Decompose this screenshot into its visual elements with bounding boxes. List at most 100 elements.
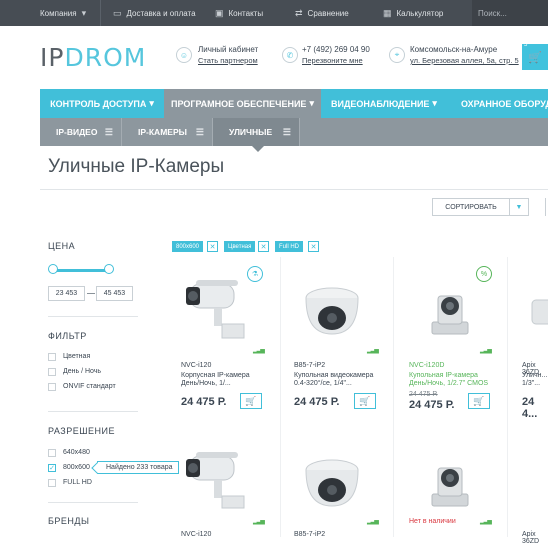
topbar-compare-label: Сравнение [307, 8, 349, 18]
account-block: Личный кабинет Стать партнером [198, 44, 258, 66]
city-name[interactable]: Комсомольск-на-Амуре [410, 44, 519, 55]
subnav-street[interactable]: УЛИЧНЫЕ ☰ [213, 118, 300, 146]
product-image-ptz-camera[interactable] [426, 458, 474, 508]
product-price: 24 475 Р. [409, 399, 455, 411]
topbar-delivery[interactable]: ▭ Доставка и оплата [113, 0, 196, 26]
add-to-cart-button[interactable]: 🛒 [468, 393, 490, 409]
filter-color-checkbox[interactable] [48, 353, 56, 361]
subnav-ip-video[interactable]: IP-ВИДЕО ☰ [40, 118, 122, 146]
nav-access-control[interactable]: КОНТРОЛЬ ДОСТУПА ▾ [40, 89, 164, 118]
resolution-800-checkbox[interactable]: ✓ [48, 464, 56, 472]
sort-dropdown-button[interactable]: ▼ [510, 198, 529, 216]
phone-number: +7 (492) 269 04 90 [302, 45, 370, 54]
nav-security-label: ОХРАННОЕ ОБОРУДОВАНИЕ [461, 98, 548, 109]
add-to-cart-button[interactable]: 🛒 [240, 393, 262, 409]
signal-icon: ▂▃▅ [253, 348, 265, 354]
signal-icon: ▂▃▅ [253, 519, 265, 525]
chevron-down-icon: ▾ [309, 98, 314, 108]
category-nav: КОНТРОЛЬ ДОСТУПА ▾ ПРОГРАМНОЕ ОБЕСПЕЧЕНИЕ… [40, 89, 548, 118]
chip-800x600: 800x600 [172, 241, 204, 252]
price-title: ЦЕНА [48, 241, 76, 251]
resolution-fullhd-label: FULL HD [63, 479, 92, 486]
product-image-dome-camera[interactable] [302, 284, 362, 340]
product-model[interactable]: NVC-i120D [409, 362, 444, 369]
product-model[interactable]: NVC-i120 [181, 362, 211, 369]
discount-icon: % [476, 266, 492, 282]
topbar-calculator-label: Калькулятор [396, 8, 444, 18]
price-max-input[interactable]: 45 453 [96, 286, 133, 301]
sub-nav: IP-ВИДЕО ☰ IP-КАМЕРЫ ☰ УЛИЧНЫЕ ☰ [40, 118, 548, 146]
signal-icon: ▂▃▅ [367, 348, 379, 354]
cart-button[interactable]: 5 🛒 [522, 42, 548, 70]
resolution-640-checkbox[interactable] [48, 449, 56, 457]
chip-color: Цветная [224, 241, 256, 252]
product-image-bullet-camera[interactable] [184, 276, 254, 348]
logo-ip: IP [40, 43, 65, 72]
resolution-800-label: 800x600 [63, 464, 90, 471]
cart-icon: 🛒 [528, 51, 542, 64]
chevron-down-icon: ▾ [149, 98, 154, 108]
menu-icon: ☰ [282, 126, 291, 137]
page-title: Уличные IP-Камеры [48, 156, 225, 177]
chevron-down-icon: ▼ [515, 203, 523, 211]
price-min-input[interactable]: 23 453 [48, 286, 85, 301]
nav-software[interactable]: ПРОГРАМНОЕ ОБЕСПЕЧЕНИЕ ▾ [164, 89, 321, 118]
brands-title: БРЕНДЫ [48, 516, 90, 526]
topbar-calculator[interactable]: ▦ Калькулятор [383, 0, 443, 26]
product-image-camera[interactable] [528, 290, 548, 340]
topbar-compare[interactable]: ⇄ Сравнение [295, 0, 349, 26]
filter-title: ФИЛЬТР [48, 331, 87, 341]
product-image-bullet-camera[interactable] [184, 448, 254, 512]
cart-icon: 🛒 [473, 395, 485, 406]
product-model[interactable]: B85-7-iP2 [294, 362, 325, 369]
topbar-company-label: Компания [40, 8, 77, 18]
divider [48, 411, 138, 412]
product-image-dome-camera[interactable] [302, 456, 362, 512]
partner-link[interactable]: Стать партнером [198, 55, 258, 66]
divider [507, 257, 508, 537]
callback-link[interactable]: Перезвоните мне [302, 55, 370, 66]
product-old-price: 24 475 Р. [409, 391, 438, 398]
topbar-contacts-label: Контакты [228, 8, 264, 18]
subnav-ip-cameras[interactable]: IP-КАМЕРЫ ☰ [122, 118, 213, 146]
found-tooltip[interactable]: Найдено 233 товара [97, 461, 179, 474]
account-title[interactable]: Личный кабинет [198, 44, 258, 55]
nav-video[interactable]: ВИДЕОНАБЛЮДЕНИЕ ▾ [321, 89, 447, 118]
sort-select[interactable]: СОРТИРОВАТЬ [432, 198, 510, 216]
topbar-company[interactable]: Компания ▾ [40, 0, 86, 26]
product-image-ptz-camera[interactable] [426, 286, 474, 336]
nav-security[interactable]: ОХРАННОЕ ОБОРУДОВАНИЕ [447, 89, 548, 118]
price-slider-min-handle[interactable] [48, 264, 58, 274]
topbar-contacts[interactable]: ▣ Контакты [215, 0, 263, 26]
filter-daynight-checkbox[interactable] [48, 368, 56, 376]
active-indicator [252, 146, 264, 152]
close-icon[interactable]: ✕ [308, 241, 319, 252]
price-slider-track[interactable] [52, 269, 112, 272]
filter-onvif-label: ONVIF стандарт [63, 383, 116, 390]
divider [87, 293, 95, 294]
product-model[interactable]: Apix 36ZD [522, 531, 548, 545]
filter-color-label: Цветная [63, 353, 91, 360]
product-desc: День/Ночь, 1/... [181, 380, 231, 387]
close-icon[interactable]: ✕ [258, 241, 269, 252]
resolution-fullhd-checkbox[interactable] [48, 479, 56, 487]
chevron-down-icon: ▾ [81, 7, 87, 18]
filter-onvif-checkbox[interactable] [48, 383, 56, 391]
topbar-delivery-label: Доставка и оплата [126, 8, 196, 18]
add-to-cart-button[interactable]: 🛒 [354, 393, 376, 409]
menu-icon: ☰ [104, 126, 113, 137]
check-icon: ✓ [49, 465, 55, 472]
product-price: 24 475 Р. [294, 396, 340, 408]
location-block: Комсомольск-на-Амуре ул. Березовая аллея… [410, 44, 519, 66]
subnav-street-label: УЛИЧНЫЕ [229, 127, 273, 137]
logo[interactable]: IPDROM [40, 43, 146, 72]
price-slider-max-handle[interactable] [104, 264, 114, 274]
signal-icon: ▂▃▅ [480, 348, 492, 354]
product-price: 24 4... [522, 396, 538, 420]
close-icon[interactable]: ✕ [207, 241, 218, 252]
search-input[interactable]: Поиск... [472, 0, 548, 26]
logo-drom: DROM [64, 43, 147, 72]
divider [100, 0, 101, 26]
divider [48, 502, 138, 503]
nav-video-label: ВИДЕОНАБЛЮДЕНИЕ [331, 98, 430, 109]
